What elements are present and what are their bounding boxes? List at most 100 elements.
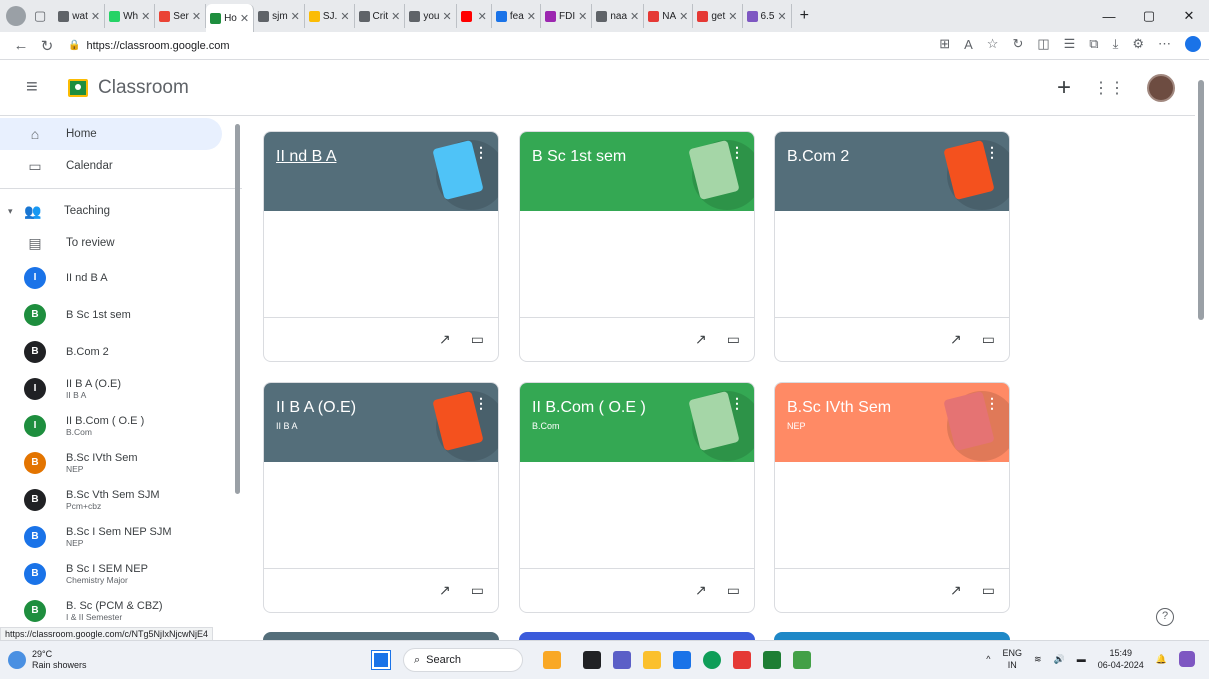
chevron-up-icon[interactable]: ^ bbox=[986, 654, 990, 664]
battery-icon[interactable]: ▬ bbox=[1077, 654, 1086, 664]
folder-icon[interactable]: ▭ bbox=[727, 331, 740, 348]
browser-tab[interactable]: Wh ✕ bbox=[105, 4, 156, 28]
partial-card[interactable] bbox=[263, 632, 499, 640]
avatar[interactable] bbox=[1147, 74, 1175, 102]
collections-icon[interactable]: ⧉ bbox=[1089, 36, 1098, 52]
task-view-icon[interactable] bbox=[583, 651, 601, 669]
card-title[interactable]: II nd B A bbox=[276, 148, 336, 166]
close-tab-icon[interactable]: ✕ bbox=[679, 10, 688, 23]
sidebar-item-to-review[interactable]: ▤ To review bbox=[0, 227, 242, 259]
scrollbar-thumb[interactable] bbox=[1198, 80, 1204, 320]
close-tab-icon[interactable]: ✕ bbox=[728, 10, 737, 23]
profile-icon[interactable] bbox=[6, 6, 26, 26]
class-card[interactable]: B.Com 2 ⋮ ↗ ▭ bbox=[774, 131, 1010, 362]
browser-tab[interactable]: Ser ✕ bbox=[155, 4, 207, 28]
card-banner[interactable]: II B.Com ( O.E ) B.Com ⋮ bbox=[520, 383, 754, 462]
close-tab-icon[interactable]: ✕ bbox=[192, 10, 201, 23]
sidebar-class-item[interactable]: B B Sc I SEM NEP Chemistry Major bbox=[0, 555, 242, 592]
main-menu-icon[interactable]: ≡ bbox=[26, 76, 46, 99]
close-tab-icon[interactable]: ✕ bbox=[240, 12, 249, 25]
browser-tab[interactable]: you ✕ bbox=[405, 4, 457, 28]
card-banner[interactable]: B.Sc IVth Sem NEP ⋮ bbox=[775, 383, 1009, 462]
apps-icon[interactable]: ⊞ bbox=[939, 36, 950, 52]
reload-icon[interactable]: ↻ bbox=[34, 37, 60, 55]
partial-card[interactable] bbox=[519, 632, 755, 640]
scrollbar-thumb[interactable] bbox=[235, 124, 240, 494]
more-icon[interactable]: ⋯ bbox=[1158, 36, 1171, 52]
sidebar-class-item[interactable]: B B.Sc I Sem NEP SJM NEP bbox=[0, 518, 242, 555]
card-title[interactable]: B.Sc IVth Sem bbox=[787, 399, 891, 417]
sidebar-class-item[interactable]: I II B A (O.E) II B A bbox=[0, 370, 242, 407]
close-icon[interactable]: ✕ bbox=[1169, 8, 1209, 24]
more-vert-icon[interactable]: ⋮ bbox=[474, 144, 488, 161]
sidebar-class-item[interactable]: I II B.Com ( O.E ) B.Com bbox=[0, 407, 242, 444]
sidebar-item-calendar[interactable]: ▭ Calendar bbox=[0, 150, 242, 182]
favorites-icon[interactable]: ☰ bbox=[1064, 36, 1076, 52]
more-vert-icon[interactable]: ⋮ bbox=[730, 395, 744, 412]
split-screen-icon[interactable]: ◫ bbox=[1037, 36, 1049, 52]
more-vert-icon[interactable]: ⋮ bbox=[730, 144, 744, 161]
chevron-down-icon[interactable]: ▾ bbox=[8, 206, 22, 217]
folder-icon[interactable]: ▭ bbox=[982, 582, 995, 599]
copilot-taskbar-icon[interactable] bbox=[1179, 651, 1195, 667]
browser-tab[interactable]: get ✕ bbox=[693, 4, 743, 28]
close-tab-icon[interactable]: ✕ bbox=[291, 10, 300, 23]
browser-tab[interactable]: Crit ✕ bbox=[355, 4, 406, 28]
browser-tab[interactable]: 6.5 ✕ bbox=[743, 4, 792, 28]
partial-card[interactable] bbox=[774, 632, 1010, 640]
class-card[interactable]: II B A (O.E) II B A ⋮ ↗ ▭ bbox=[263, 382, 499, 613]
more-vert-icon[interactable]: ⋮ bbox=[985, 395, 999, 412]
sidebar-scrollbar[interactable] bbox=[233, 116, 241, 496]
browser-tab[interactable]: fea ✕ bbox=[492, 4, 542, 28]
refresh-page-icon[interactable]: ↻ bbox=[1012, 36, 1023, 52]
folder-icon[interactable]: ▭ bbox=[727, 582, 740, 599]
card-title[interactable]: B.Com 2 bbox=[787, 148, 849, 166]
class-card[interactable]: B.Sc IVth Sem NEP ⋮ ↗ ▭ bbox=[774, 382, 1010, 613]
clock[interactable]: 15:49 06-04-2024 bbox=[1098, 647, 1144, 671]
browser-tab[interactable]: SJ. ✕ bbox=[305, 4, 355, 28]
extensions-icon[interactable]: ⚙ bbox=[1132, 36, 1144, 52]
start-icon[interactable] bbox=[371, 650, 391, 670]
card-banner[interactable]: II B A (O.E) II B A ⋮ bbox=[264, 383, 498, 462]
gradebook-icon[interactable]: ↗ bbox=[695, 582, 707, 599]
create-join-class-icon[interactable]: + bbox=[1057, 74, 1071, 102]
browser-tab[interactable]: ✕ bbox=[457, 4, 492, 28]
close-tab-icon[interactable]: ✕ bbox=[527, 10, 536, 23]
sidebar-class-item[interactable]: I II nd B A bbox=[0, 259, 242, 296]
card-banner[interactable]: B Sc 1st sem ⋮ bbox=[520, 132, 754, 211]
notifications-icon[interactable]: 🔔 bbox=[1156, 654, 1167, 665]
browser-tab[interactable]: Ho ✕ bbox=[206, 4, 255, 32]
back-icon[interactable]: ← bbox=[8, 37, 34, 54]
browser-tab[interactable]: naa ✕ bbox=[592, 4, 645, 28]
gradebook-icon[interactable]: ↗ bbox=[695, 331, 707, 348]
sidebar-class-item[interactable]: B B Sc 1st sem bbox=[0, 296, 242, 333]
tab-actions-icon[interactable]: ▢ bbox=[34, 8, 46, 24]
more-vert-icon[interactable]: ⋮ bbox=[474, 395, 488, 412]
gradebook-icon[interactable]: ↗ bbox=[439, 582, 451, 599]
gradebook-icon[interactable]: ↗ bbox=[439, 331, 451, 348]
sidebar-class-item[interactable]: B B.Com 2 bbox=[0, 333, 242, 370]
classroom-logo-icon[interactable] bbox=[68, 78, 88, 97]
class-card[interactable]: II B.Com ( O.E ) B.Com ⋮ ↗ ▭ bbox=[519, 382, 755, 613]
sidebar-class-item[interactable]: B B. Sc (PCM & CBZ) I & II Semester bbox=[0, 592, 242, 629]
gradebook-icon[interactable]: ↗ bbox=[950, 582, 962, 599]
file-explorer-icon[interactable] bbox=[643, 651, 661, 669]
class-card[interactable]: B Sc 1st sem ⋮ ↗ ▭ bbox=[519, 131, 755, 362]
card-banner[interactable]: B.Com 2 ⋮ bbox=[775, 132, 1009, 211]
copilot-icon[interactable] bbox=[1185, 36, 1201, 52]
language-indicator[interactable]: ENG IN bbox=[1002, 647, 1022, 671]
folder-icon[interactable]: ▭ bbox=[471, 331, 484, 348]
browser-tab[interactable]: wat ✕ bbox=[54, 4, 106, 28]
close-tab-icon[interactable]: ✕ bbox=[91, 10, 100, 23]
site-info-icon[interactable]: 🔒 bbox=[68, 40, 80, 51]
sidebar-class-item[interactable]: B B.Sc Vth Sem SJM Pcm+cbz bbox=[0, 481, 242, 518]
close-tab-icon[interactable]: ✕ bbox=[391, 10, 400, 23]
acrobat-icon[interactable] bbox=[733, 651, 751, 669]
address-bar[interactable]: 🔒 https://classroom.google.com bbox=[68, 40, 768, 52]
favorite-icon[interactable]: ☆ bbox=[987, 36, 999, 52]
app-title[interactable]: Classroom bbox=[98, 77, 189, 99]
help-icon[interactable]: ? bbox=[1156, 608, 1174, 626]
close-tab-icon[interactable]: ✕ bbox=[578, 10, 587, 23]
card-title[interactable]: II B A (O.E) bbox=[276, 399, 356, 417]
browser-tab[interactable]: sjm ✕ bbox=[254, 4, 305, 28]
